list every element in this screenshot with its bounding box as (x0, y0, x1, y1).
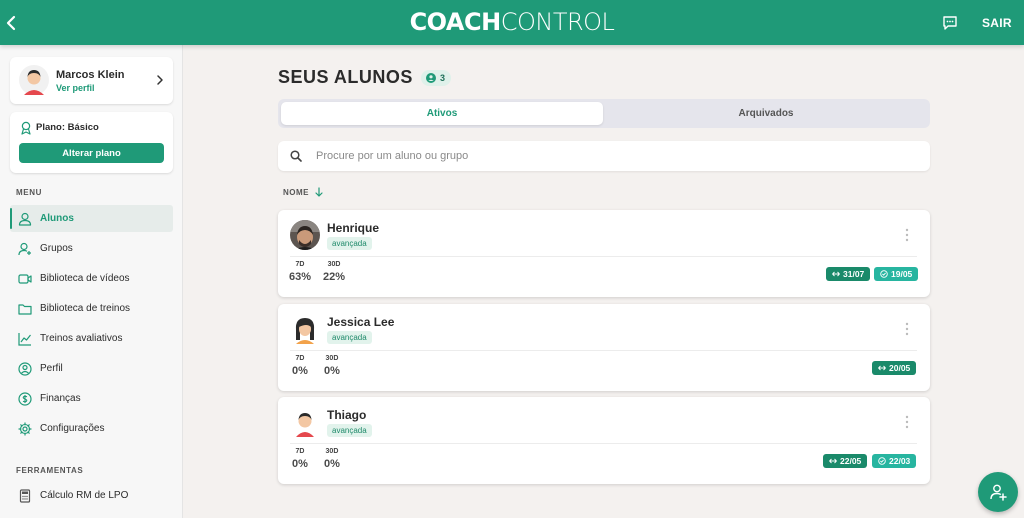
student-card[interactable]: Jessica Lee avançada 7D 0% 30D 0% 20/05 (278, 304, 930, 391)
calculator-icon (19, 489, 31, 503)
student-name: Henrique (327, 221, 380, 235)
sidebar-item-label: Perfil (40, 363, 63, 374)
sidebar-item-assessments[interactable]: Treinos avaliativos (10, 325, 173, 352)
tab-ativos[interactable]: Ativos (281, 102, 603, 125)
profile-card[interactable]: Marcos Klein Ver perfil (10, 57, 173, 104)
avatar (296, 413, 314, 437)
divider (290, 443, 917, 444)
search-icon (290, 150, 302, 162)
sidebar-item-label: Biblioteca de vídeos (40, 273, 130, 284)
logout-button[interactable]: SAIR (982, 16, 1012, 30)
plan-expiry-tag: 22/05 (823, 454, 868, 468)
avatar (19, 65, 49, 95)
avatar (290, 220, 320, 250)
arrows-icon (829, 458, 837, 464)
avatar (295, 318, 315, 344)
profile-icon (18, 362, 32, 376)
sidebar-item-label: Treinos avaliativos (40, 333, 123, 344)
tab-arquivados[interactable]: Arquivados (605, 102, 927, 125)
sidebar-item-label: Finanças (40, 393, 81, 404)
sidebar-item-label: Cálculo RM de LPO (40, 490, 129, 501)
sidebar-item-video-library[interactable]: Biblioteca de vídeos (10, 265, 173, 292)
chat-button[interactable] (942, 15, 958, 31)
sidebar-item-workout-library[interactable]: Biblioteca de treinos (10, 295, 173, 322)
student-name: Thiago (327, 408, 367, 422)
check-date-tag: 22/03 (872, 454, 917, 468)
student-count: 3 (440, 73, 446, 83)
arrow-down-icon (315, 187, 323, 197)
student-count-badge: 3 (421, 70, 452, 86)
level-badge: avançada (327, 331, 372, 344)
check-circle-icon (878, 457, 886, 465)
arrows-icon (878, 365, 886, 371)
level-badge: avançada (327, 424, 372, 437)
sidebar-item-label: Alunos (40, 213, 74, 224)
chart-icon (18, 333, 31, 346)
metric-30d: 30D 0% (324, 355, 340, 377)
view-profile-link[interactable]: Ver perfil (56, 83, 95, 93)
user-add-icon (990, 484, 1007, 501)
chevron-left-icon (6, 15, 16, 31)
tabs: Ativos Arquivados (278, 99, 930, 128)
plan-expiry-tag: 31/07 (826, 267, 871, 281)
sidebar-item-alunos[interactable]: Alunos (10, 205, 173, 232)
search-bar (278, 141, 930, 171)
top-bar: COACHCONTROL SAIR (0, 0, 1024, 45)
check-date-tag: 19/05 (874, 267, 919, 281)
divider (290, 350, 917, 351)
metric-7d: 7D 0% (292, 355, 308, 377)
sidebar-item-label: Grupos (40, 243, 73, 254)
page-title: SEUS ALUNOS (278, 67, 413, 87)
arrows-icon (832, 271, 840, 277)
divider (290, 256, 917, 257)
sidebar-item-label: Configurações (40, 423, 105, 434)
sidebar-item-perfil[interactable]: Perfil (10, 355, 173, 382)
change-plan-button[interactable]: Alterar plano (19, 143, 164, 163)
level-badge: avançada (327, 237, 372, 250)
metric-30d: 30D 22% (323, 261, 346, 283)
search-input[interactable] (316, 147, 916, 165)
tools-section-title: FERRAMENTAS (16, 466, 84, 475)
menu-section-title: MENU (16, 188, 42, 197)
plan-card: Plano: Básico Alterar plano (10, 112, 173, 173)
student-card[interactable]: Henrique avançada 7D 63% 30D 22% 31/07 1… (278, 210, 930, 297)
sidebar-item-configuracoes[interactable]: Configurações (10, 415, 173, 442)
plan-label: Plano: Básico (36, 122, 99, 133)
award-icon (21, 121, 31, 135)
sort-by-name[interactable]: NOME (283, 187, 323, 197)
more-vertical-icon[interactable] (900, 320, 914, 338)
check-circle-icon (880, 270, 888, 278)
app-logo: COACHCONTROL (409, 8, 615, 36)
user-add-icon (18, 242, 31, 256)
sidebar-item-rm-calculator[interactable]: Cálculo RM de LPO (10, 482, 173, 509)
metric-7d: 7D 63% (289, 261, 312, 283)
dollar-icon (18, 392, 32, 406)
more-vertical-icon[interactable] (900, 413, 914, 431)
add-student-button[interactable] (978, 472, 1018, 512)
sort-label: NOME (283, 187, 309, 197)
metric-7d: 7D 0% (292, 448, 308, 470)
chevron-right-icon (157, 75, 163, 85)
folder-icon (18, 304, 32, 315)
student-card[interactable]: Thiago avançada 7D 0% 30D 0% 22/05 22/03 (278, 397, 930, 484)
plan-expiry-tag: 20/05 (872, 361, 917, 375)
metric-30d: 30D 0% (324, 448, 340, 470)
sidebar-item-grupos[interactable]: Grupos (10, 235, 173, 262)
chat-icon (943, 16, 957, 30)
user-icon (18, 212, 32, 226)
profile-name: Marcos Klein (56, 69, 125, 81)
student-name: Jessica Lee (327, 315, 395, 329)
users-icon (426, 73, 436, 83)
video-icon (18, 274, 32, 284)
sidebar-item-label: Biblioteca de treinos (40, 303, 131, 314)
gear-icon (18, 422, 32, 436)
back-button[interactable] (4, 12, 18, 34)
more-vertical-icon[interactable] (900, 226, 914, 244)
sidebar-item-financas[interactable]: Finanças (10, 385, 173, 412)
sidebar: Marcos Klein Ver perfil Plano: Básico Al… (0, 45, 183, 518)
